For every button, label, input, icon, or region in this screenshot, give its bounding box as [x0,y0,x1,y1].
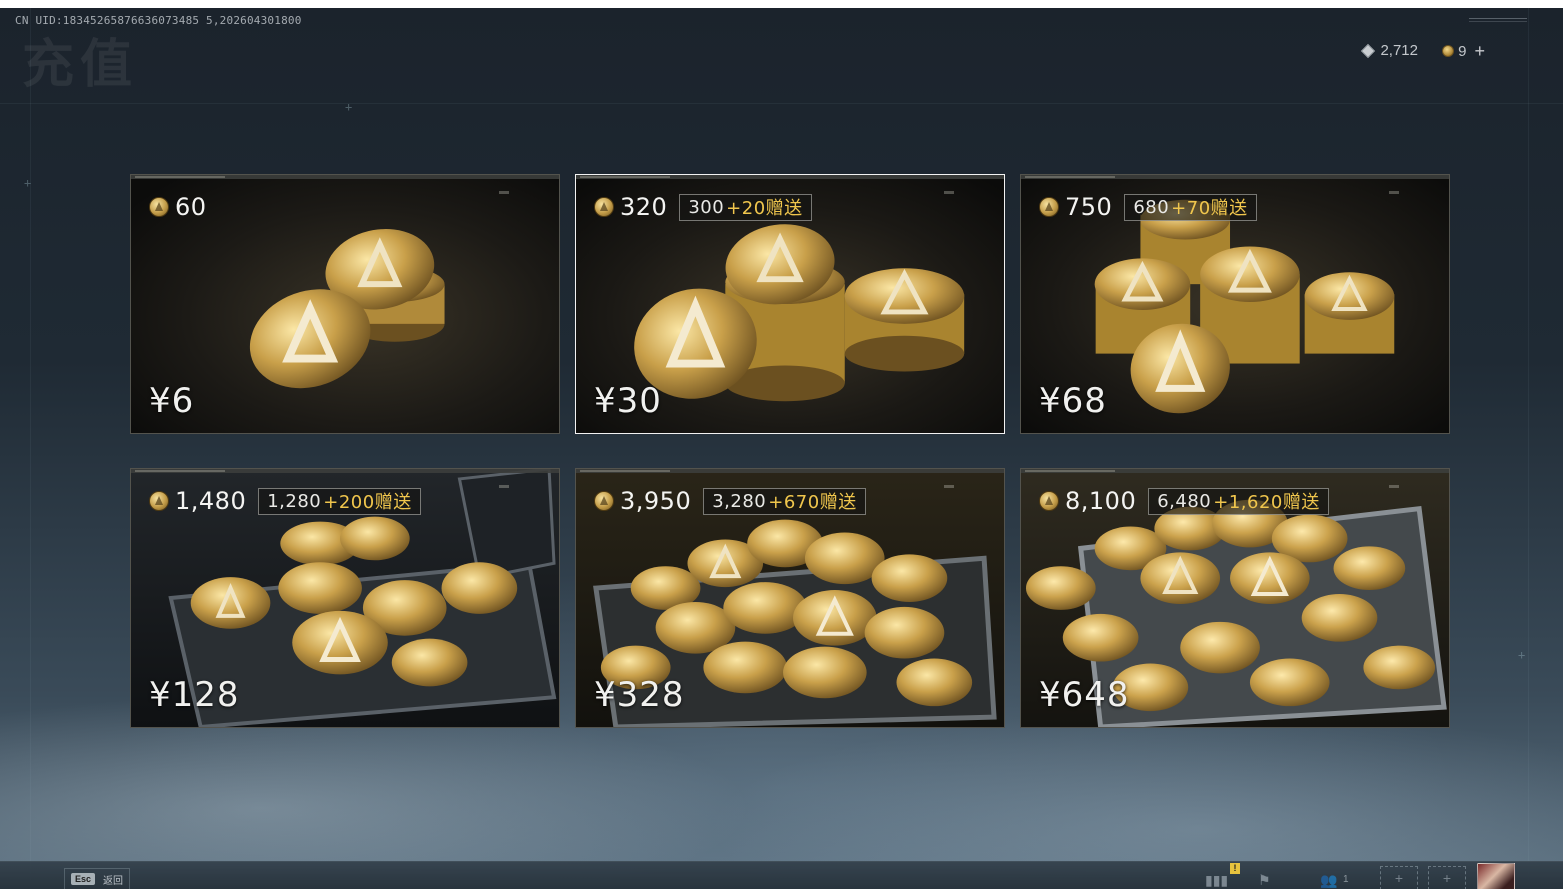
coin-icon [1039,197,1059,217]
coin-amount-value: 1,480 [175,487,247,515]
plus-icon[interactable]: + [1474,42,1485,60]
coin-balance[interactable]: 9 + [1442,42,1485,60]
grid-line [1528,8,1529,889]
bonus-extra: +670赠送 [768,492,857,513]
coin-amount-value: 750 [1065,193,1113,221]
topbar-decoration [1469,18,1527,22]
coin-amount-value: 320 [620,193,668,221]
coin-amount: 1,480 1,280 +200赠送 [149,487,421,515]
bonus-extra: +70赠送 [1171,198,1248,219]
bonus-extra: +20赠送 [726,198,803,219]
coin-icon [149,491,169,511]
card-corner-mark [499,485,509,488]
package-card[interactable]: 320 300 +20赠送 ¥30 [575,174,1005,434]
diamond-balance-value: 2,712 [1380,42,1418,59]
coin-amount: 8,100 6,480 +1,620赠送 [1039,487,1329,515]
crosshair-mark: + [24,176,32,190]
bonus-tag: 1,280 +200赠送 [258,487,421,515]
card-corner-mark [1389,191,1399,194]
bonus-extra: +1,620赠送 [1213,492,1320,513]
friend-count: 1 [1343,874,1349,885]
card-top-strip [576,469,1004,473]
coin-amount: 3,950 3,280 +670赠送 [594,487,866,515]
bonus-base: 1,280 [267,490,322,512]
price-label: ¥648 [1039,675,1130,715]
crosshair-mark: + [1518,648,1526,662]
card-corner-mark [1389,485,1399,488]
crosshair-mark: + [345,100,353,114]
card-top-strip [1021,175,1449,179]
price-label: ¥128 [149,675,240,715]
bonus-extra: +200赠送 [323,492,412,513]
bonus-tag: 680 +70赠送 [1124,193,1257,221]
package-card[interactable]: 60 ¥6 [130,174,560,434]
card-top-strip [131,469,559,473]
bonus-base: 6,480 [1157,490,1212,512]
coin-amount: 60 [149,193,207,221]
price-label: ¥68 [1039,381,1107,421]
avatar[interactable] [1477,863,1515,889]
squad-slot[interactable]: + [1428,866,1466,889]
grid-line [30,8,31,889]
back-button[interactable]: Esc 返回 [64,868,131,889]
card-corner-mark [499,191,509,194]
coin-icon [149,197,169,217]
coin-icon [1039,491,1059,511]
grid-line [0,103,1563,104]
flag-icon[interactable]: ⚑ [1258,872,1271,889]
page-title: 充值 [22,35,139,95]
topup-screen: + + + CN UID:18345265876636073485 5,2026… [0,8,1563,889]
diamond-balance[interactable]: 2,712 [1361,42,1418,59]
bonus-base: 3,280 [712,490,767,512]
coin-icon [1442,45,1455,57]
stats-icon[interactable]: ▮▮▮ [1205,872,1228,889]
bonus-tag: 300 +20赠送 [679,193,812,221]
coin-balance-value: 9 [1458,42,1467,60]
price-label: ¥328 [594,675,685,715]
back-label: 返回 [103,875,124,887]
esc-key: Esc [71,873,96,885]
card-top-strip [1021,469,1449,473]
bonus-tag: 6,480 +1,620赠送 [1148,487,1329,515]
card-top-strip [576,175,1004,179]
card-corner-mark [944,191,954,194]
bottom-bar: Esc 返回 ▮▮▮ ! ⚑ 👥 1 + + [0,861,1563,889]
package-card[interactable]: 750 680 +70赠送 ¥68 [1020,174,1450,434]
price-label: ¥30 [594,381,662,421]
card-top-strip [131,175,559,179]
alert-badge: ! [1230,863,1240,874]
bonus-tag: 3,280 +670赠送 [703,487,866,515]
package-card[interactable]: 1,480 1,280 +200赠送 ¥128 [130,468,560,728]
coin-amount-value: 3,950 [620,487,692,515]
card-corner-mark [944,485,954,488]
bonus-base: 300 [688,196,725,218]
coin-icon [594,491,614,511]
coin-amount-value: 60 [175,193,207,221]
squad-slot[interactable]: + [1380,866,1418,889]
bonus-base: 680 [1133,196,1170,218]
price-label: ¥6 [149,381,195,421]
friends-icon[interactable]: 👥 [1320,872,1337,889]
package-card[interactable]: 3,950 3,280 +670赠送 ¥328 [575,468,1005,728]
package-card[interactable]: 8,100 6,480 +1,620赠送 ¥648 [1020,468,1450,728]
coin-amount: 320 300 +20赠送 [594,193,812,221]
coin-amount-value: 8,100 [1065,487,1137,515]
coin-icon [594,197,614,217]
coin-amount: 750 680 +70赠送 [1039,193,1257,221]
diamond-icon [1361,43,1376,58]
